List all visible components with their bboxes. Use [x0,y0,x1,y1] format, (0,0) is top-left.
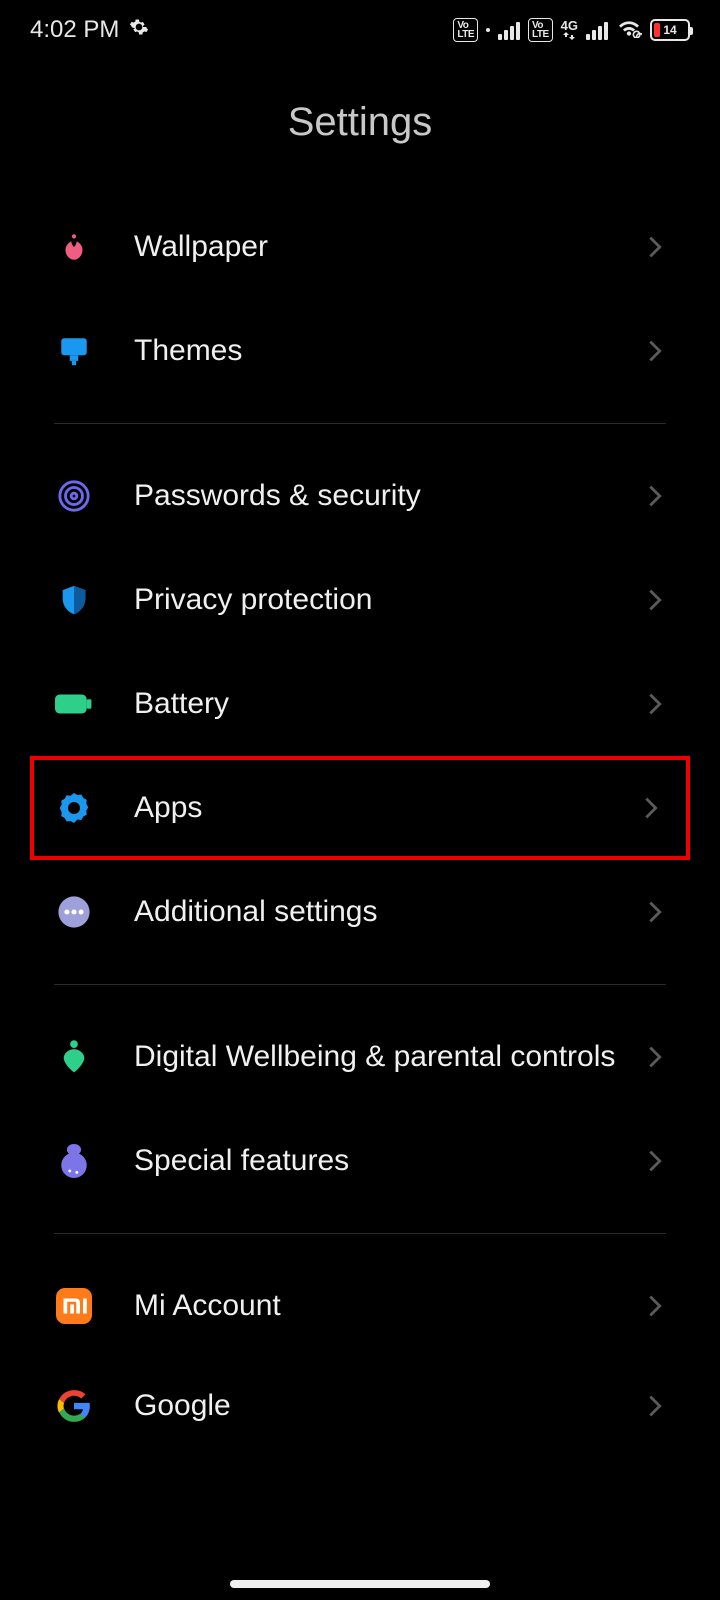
signal-dot-1 [486,28,490,32]
divider [54,1233,666,1234]
wifi-icon [616,16,642,45]
wellbeing-icon [54,1037,94,1077]
settings-item-google[interactable]: Google [0,1358,720,1426]
chevron-right-icon [644,901,666,923]
settings-item-passwords-security[interactable]: Passwords & security [0,444,720,548]
divider [54,984,666,985]
gesture-bar[interactable] [230,1580,490,1588]
wallpaper-icon [54,227,94,267]
settings-item-special-features[interactable]: Special features [0,1109,720,1213]
settings-item-apps[interactable]: Apps [30,756,690,860]
settings-item-label: Apps [94,789,640,827]
settings-item-label: Additional settings [94,893,644,931]
settings-item-label: Themes [94,332,644,370]
settings-item-label: Battery [94,685,644,723]
settings-item-label: Mi Account [94,1287,644,1325]
battery-icon: 14 [650,19,690,41]
settings-item-digital-wellbeing[interactable]: Digital Wellbeing & parental controls [0,1005,720,1109]
signal-bars-1 [498,20,520,40]
settings-item-label: Passwords & security [94,477,644,515]
status-right: VoLTE VoLTE 4G 14 [453,16,690,45]
mi-logo-icon [54,1286,94,1326]
status-left: 4:02 PM [30,16,149,44]
network-type: 4G [561,20,578,40]
chevron-right-icon [644,1295,666,1317]
settings-item-label: Google [94,1387,644,1425]
chevron-right-icon [644,1395,666,1417]
page-title: Settings [0,60,720,195]
battery-icon [54,684,94,724]
fingerprint-icon [54,476,94,516]
chevron-right-icon [640,797,662,819]
more-icon [54,892,94,932]
signal-bars-2 [586,20,608,40]
settings-item-themes[interactable]: Themes [0,299,720,403]
special-features-icon [54,1141,94,1181]
status-bar: 4:02 PM VoLTE VoLTE 4G 14 [0,0,720,60]
settings-item-label: Wallpaper [94,228,644,266]
chevron-right-icon [644,340,666,362]
themes-icon [54,331,94,371]
settings-item-mi-account[interactable]: Mi Account [0,1254,720,1358]
chevron-right-icon [644,1046,666,1068]
settings-item-wallpaper[interactable]: Wallpaper [0,195,720,299]
status-time: 4:02 PM [30,16,119,44]
chevron-right-icon [644,1150,666,1172]
settings-item-battery[interactable]: Battery [0,652,720,756]
settings-list: Wallpaper Themes Passwords & security Pr… [0,195,720,1426]
apps-gear-icon [54,788,94,828]
google-logo-icon [54,1386,94,1426]
divider [54,423,666,424]
shield-icon [54,580,94,620]
settings-item-additional-settings[interactable]: Additional settings [0,860,720,964]
chevron-right-icon [644,589,666,611]
settings-status-icon [129,16,149,44]
settings-item-label: Special features [94,1142,644,1180]
chevron-right-icon [644,236,666,258]
settings-item-label: Digital Wellbeing & parental controls [94,1038,644,1076]
chevron-right-icon [644,693,666,715]
chevron-right-icon [644,485,666,507]
settings-item-privacy-protection[interactable]: Privacy protection [0,548,720,652]
volte-icon-2: VoLTE [528,18,553,42]
volte-icon-1: VoLTE [453,18,478,42]
settings-item-label: Privacy protection [94,581,644,619]
